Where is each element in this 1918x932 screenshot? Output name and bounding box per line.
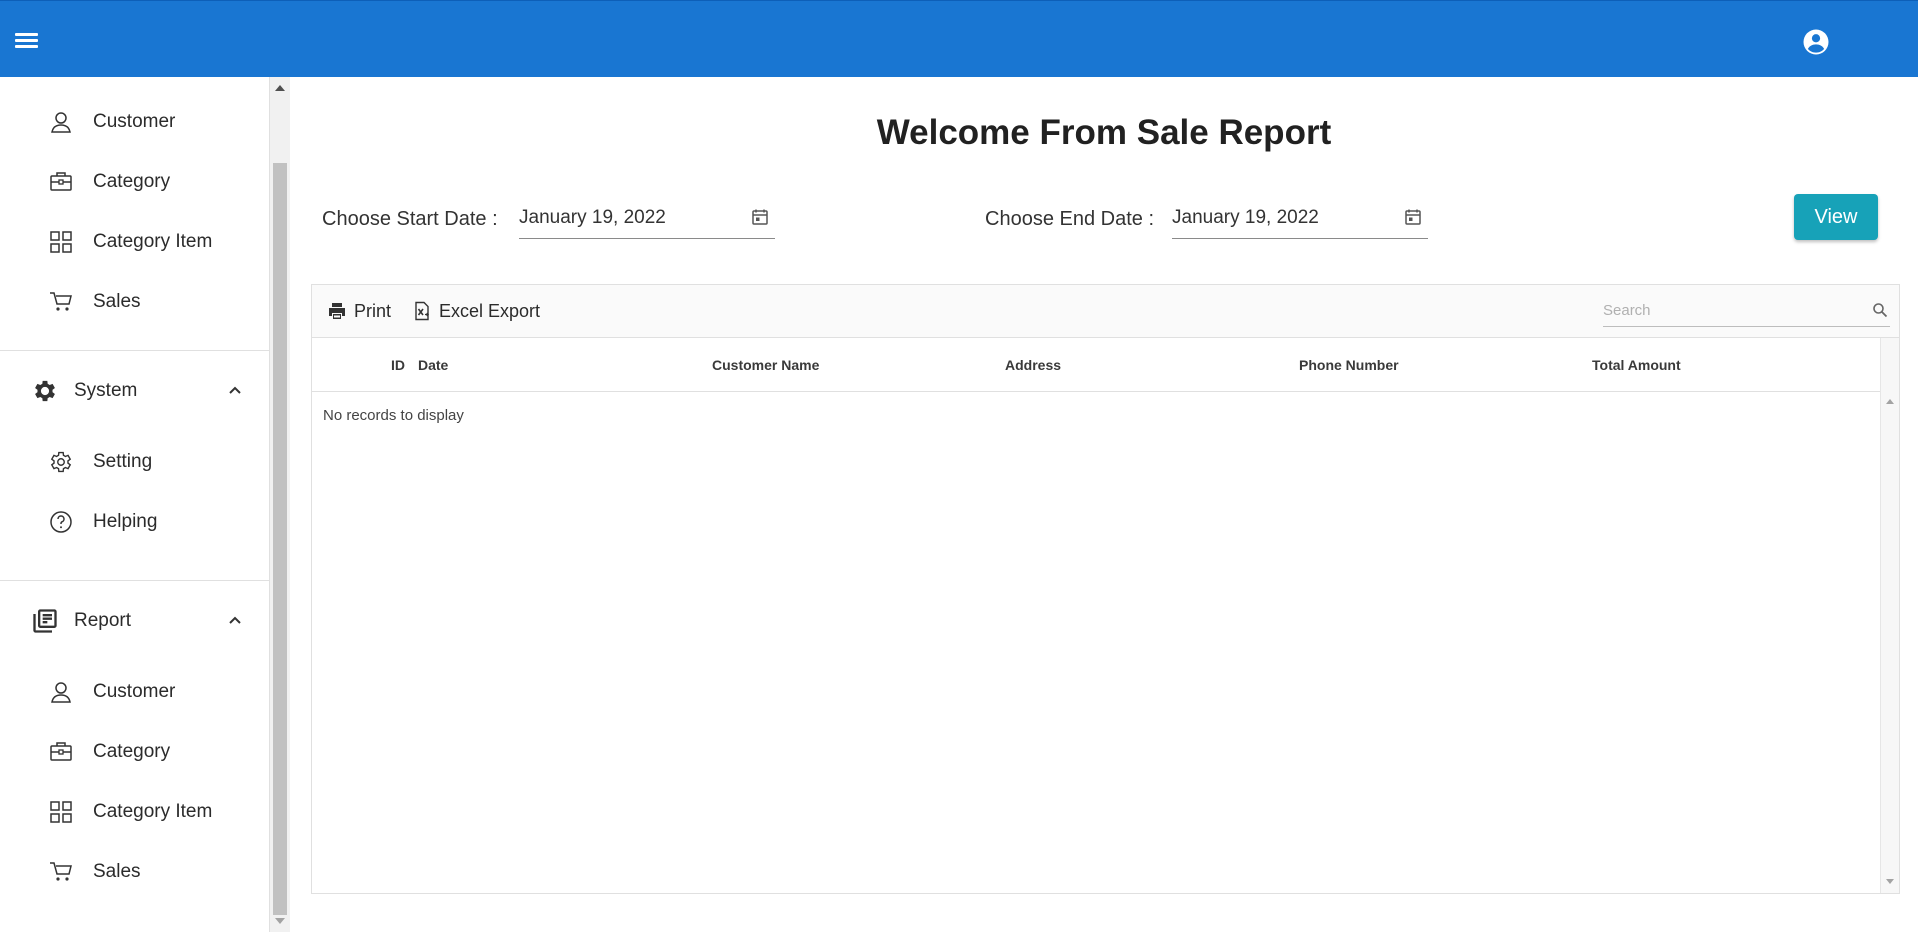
- column-header-customer-name[interactable]: Customer Name: [712, 357, 819, 373]
- help-circle-icon: [50, 511, 72, 533]
- sidebar-item-label: Helping: [93, 511, 158, 532]
- column-header-address[interactable]: Address: [1005, 357, 1061, 373]
- column-header-date[interactable]: Date: [418, 357, 448, 373]
- sidebar-item-label: Sales: [93, 861, 141, 882]
- chevron-up-icon[interactable]: [226, 611, 244, 629]
- column-header-total-amount[interactable]: Total Amount: [1592, 357, 1681, 373]
- start-date-label: Choose Start Date :: [322, 208, 498, 230]
- sidebar-item-setting[interactable]: Setting: [0, 439, 269, 487]
- sidebar-item-category[interactable]: Category: [0, 159, 269, 207]
- person-outline-icon: [51, 112, 71, 133]
- grid-icon: [50, 801, 72, 823]
- start-date-value: January 19, 2022: [519, 207, 666, 228]
- view-button[interactable]: View: [1794, 194, 1878, 240]
- report-library-icon: [33, 609, 57, 633]
- sidebar-item-label: Customer: [93, 681, 176, 702]
- search-input[interactable]: [1603, 297, 1858, 323]
- person-outline-icon: [51, 682, 71, 703]
- column-header-id[interactable]: ID: [391, 357, 405, 373]
- sidebar-item-label: Customer: [93, 111, 176, 132]
- scroll-up-arrow[interactable]: [1886, 399, 1894, 404]
- calendar-icon[interactable]: [751, 208, 769, 226]
- sidebar-item-report-customer[interactable]: Customer: [0, 669, 269, 717]
- grid-toolbar: Print Excel Export: [312, 285, 1899, 338]
- end-date-value: January 19, 2022: [1172, 207, 1319, 228]
- excel-export-label: Excel Export: [439, 301, 541, 321]
- sidebar-divider: [0, 350, 269, 351]
- cart-icon: [50, 862, 72, 881]
- sidebar-item-label: Category: [93, 171, 171, 192]
- printer-icon: [329, 303, 345, 319]
- scroll-up-arrow[interactable]: [275, 85, 285, 91]
- sidebar-item-label: Category: [93, 741, 171, 762]
- sidebar-item-label: Setting: [93, 451, 153, 472]
- briefcase-icon: [50, 742, 72, 761]
- report-grid: Print Excel Export ID Date Customer Name…: [311, 284, 1900, 894]
- sidebar-item-category-item[interactable]: Category Item: [0, 219, 269, 267]
- excel-export-icon: [415, 301, 430, 321]
- sidebar-scrollbar[interactable]: [270, 77, 290, 932]
- grid-scrollbar[interactable]: [1880, 338, 1899, 893]
- section-label: Report: [74, 610, 132, 631]
- end-date-field[interactable]: January 19, 2022: [1172, 196, 1428, 239]
- chevron-up-icon[interactable]: [226, 381, 244, 399]
- sidebar-item-helping[interactable]: Helping: [0, 499, 269, 547]
- grid-search: [1603, 295, 1890, 327]
- sidebar-item-report-sales[interactable]: Sales: [0, 849, 269, 897]
- print-label: Print: [354, 301, 392, 321]
- sidebar-item-label: Sales: [93, 291, 141, 312]
- column-header-phone-number[interactable]: Phone Number: [1299, 357, 1399, 373]
- start-date-field[interactable]: January 19, 2022: [519, 196, 775, 239]
- grid-icon: [50, 231, 72, 253]
- sidebar-item-customer[interactable]: Customer: [0, 99, 269, 147]
- end-date-label: Choose End Date :: [985, 208, 1154, 230]
- sidebar-item-report-category-item[interactable]: Category Item: [0, 789, 269, 837]
- excel-export-button[interactable]: Excel Export: [412, 299, 542, 325]
- section-label: System: [74, 380, 138, 401]
- sidebar-divider: [0, 580, 269, 581]
- scroll-down-arrow[interactable]: [1886, 879, 1894, 884]
- sidebar-item-label: Category Item: [93, 801, 213, 822]
- print-button[interactable]: Print: [327, 299, 395, 325]
- page-title: Welcome From Sale Report: [876, 113, 1332, 152]
- calendar-icon[interactable]: [1404, 208, 1422, 226]
- sidebar-section-report[interactable]: Report: [0, 591, 269, 651]
- briefcase-icon: [50, 172, 72, 191]
- scroll-down-arrow[interactable]: [275, 918, 285, 924]
- scrollbar-thumb[interactable]: [273, 163, 287, 915]
- sidebar-item-report-category[interactable]: Category: [0, 729, 269, 777]
- gear-outline-icon: [50, 451, 72, 473]
- sidebar: Customer Category Category Item Sales Sy…: [0, 77, 270, 932]
- menu-button[interactable]: [12, 27, 40, 53]
- search-icon[interactable]: [1872, 302, 1888, 318]
- cart-icon: [50, 292, 72, 311]
- sidebar-item-sales[interactable]: Sales: [0, 279, 269, 327]
- gear-filled-icon: [35, 380, 55, 402]
- sidebar-section-system[interactable]: System: [0, 361, 269, 421]
- empty-records-message: No records to display: [323, 407, 464, 424]
- table-header: ID Date Customer Name Address Phone Numb…: [312, 338, 1880, 392]
- account-button[interactable]: [1801, 27, 1831, 57]
- account-circle-icon: [1803, 29, 1829, 55]
- sidebar-item-label: Category Item: [93, 231, 213, 252]
- app-bar: [0, 0, 1918, 77]
